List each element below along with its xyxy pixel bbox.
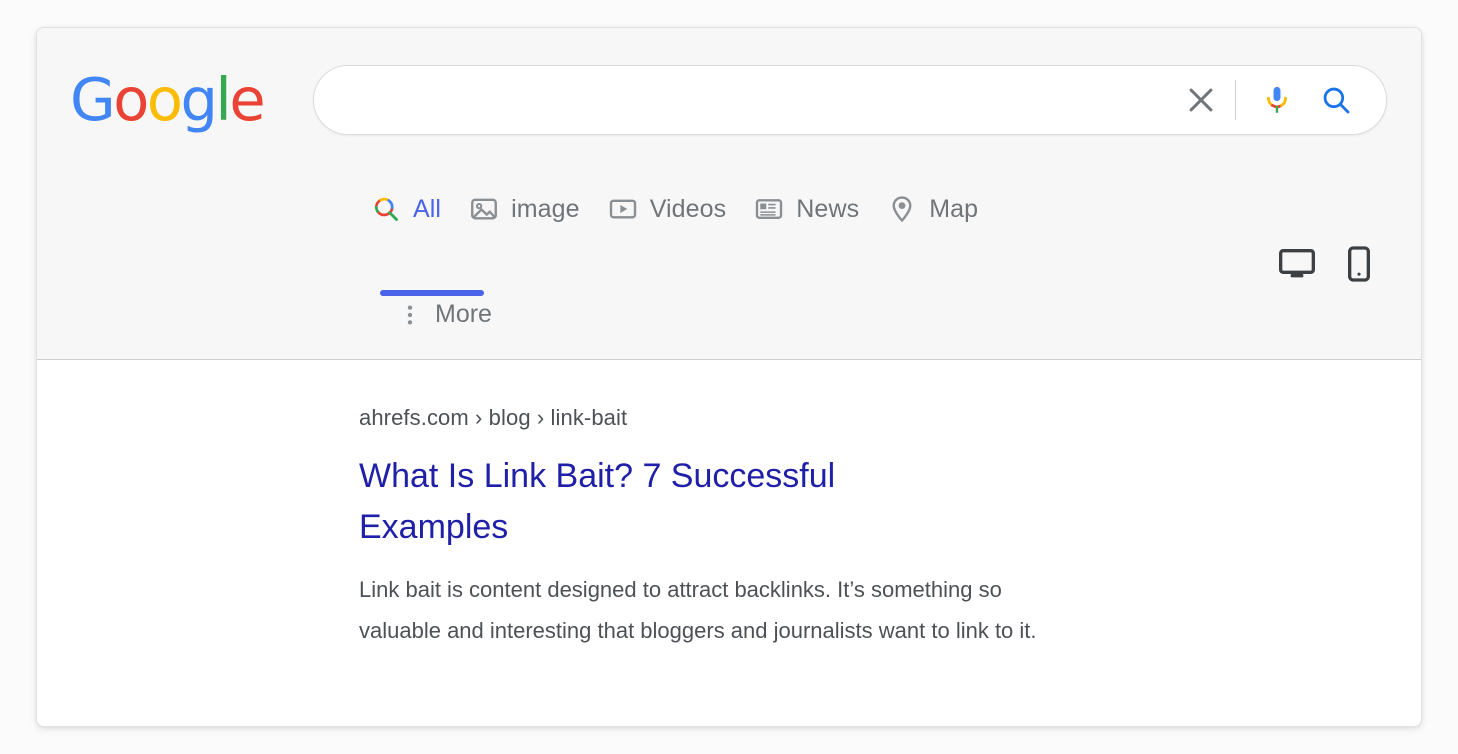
- tab-all-label: All: [413, 194, 442, 223]
- map-pin-icon: [892, 196, 912, 223]
- tab-news[interactable]: News: [740, 188, 873, 224]
- logo-letter-1: G: [70, 65, 116, 134]
- result-breadcrumb: ahrefs.com › blog › link-bait: [359, 405, 628, 430]
- desktop-view-toggle[interactable]: [1277, 244, 1317, 284]
- search-input[interactable]: [314, 66, 1175, 134]
- search-box[interactable]: [313, 65, 1387, 135]
- more-label: More: [435, 300, 492, 328]
- newspaper-icon: [756, 199, 783, 219]
- tab-image-label: image: [511, 194, 580, 223]
- result-snippet: Link bait is content designed to attract…: [359, 576, 1037, 644]
- tab-image[interactable]: image: [455, 188, 594, 224]
- tab-map[interactable]: Map: [873, 188, 992, 224]
- monitor-icon: [1279, 249, 1316, 278]
- search-result-card: Google All image Videos News Map More ah…: [36, 27, 1422, 727]
- tab-videos-label: Videos: [649, 194, 727, 223]
- colorful-magnifier-icon: [374, 197, 398, 221]
- screenshot-root: Google All image Videos News Map More ah…: [0, 0, 1458, 754]
- mobile-view-toggle[interactable]: [1339, 244, 1379, 284]
- close-x-icon: [1189, 88, 1213, 112]
- device-toggle-group: [1277, 244, 1379, 284]
- kebab-menu-icon: [407, 304, 413, 325]
- search-box-divider: [1235, 80, 1236, 120]
- search-header: Google All image Videos News Map More: [37, 28, 1421, 360]
- clear-search-button[interactable]: [1175, 74, 1227, 126]
- logo-letter-6: e: [229, 65, 265, 134]
- smartphone-icon: [1348, 246, 1370, 282]
- microphone-icon: [1267, 86, 1287, 113]
- logo-letter-3: o: [146, 65, 183, 134]
- search-result-item: ahrefs.com › blog › link-bait What Is Li…: [359, 404, 1421, 652]
- result-title-link[interactable]: What Is Link Bait? 7 Successful Examples: [359, 451, 949, 553]
- search-tabs: All image Videos News Map: [357, 188, 992, 224]
- voice-search-button[interactable]: [1254, 77, 1300, 123]
- magnifier-icon: [1323, 87, 1350, 114]
- photo-icon: [471, 198, 498, 220]
- search-submit-button[interactable]: [1310, 74, 1362, 126]
- tab-map-label: Map: [929, 194, 979, 223]
- search-results-area: ahrefs.com › blog › link-bait What Is Li…: [37, 360, 1421, 726]
- google-logo: Google: [70, 70, 266, 129]
- more-tabs-button[interactable]: More: [389, 296, 500, 333]
- logo-letter-5: l: [215, 65, 231, 134]
- logo-letter-2: o: [113, 65, 149, 134]
- video-play-icon: [609, 199, 636, 219]
- logo-letter-4: g: [180, 65, 217, 134]
- tab-news-label: News: [796, 194, 860, 223]
- tab-videos[interactable]: Videos: [594, 188, 741, 224]
- tab-all[interactable]: All: [357, 188, 455, 224]
